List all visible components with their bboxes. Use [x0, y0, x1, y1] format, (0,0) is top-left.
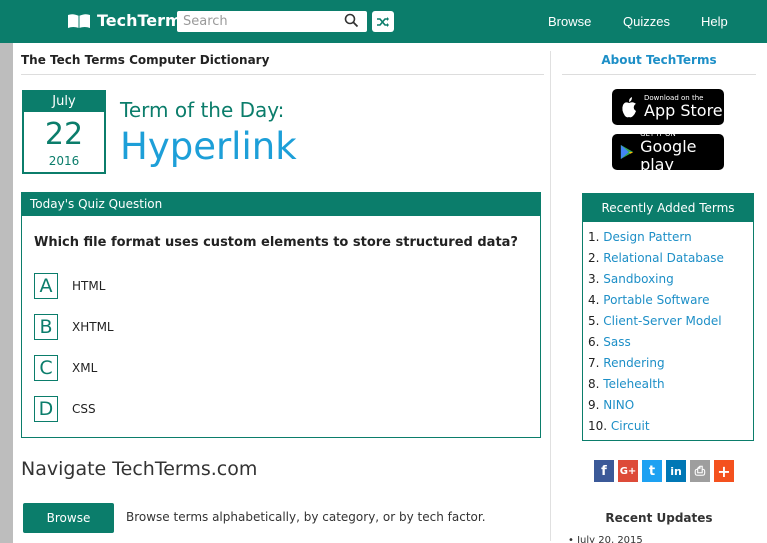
item-number: 1.: [588, 230, 600, 244]
list-item: 5. Client-Server Model: [588, 311, 753, 332]
page-title: The Tech Terms Computer Dictionary: [21, 53, 270, 67]
term-link[interactable]: Rendering: [603, 356, 664, 370]
nav-help[interactable]: Help: [701, 14, 728, 29]
recent-terms-box: Recently Added Terms 1. Design Pattern 2…: [582, 193, 754, 441]
date-badge: July 22 2016: [22, 90, 106, 174]
google-plus-icon[interactable]: G+: [618, 460, 638, 482]
term-link[interactable]: Design Pattern: [603, 230, 691, 244]
shuffle-icon: [377, 16, 389, 27]
linkedin-icon[interactable]: in: [666, 460, 686, 482]
quiz-heading: Today's Quiz Question: [22, 193, 540, 216]
google-play-badge[interactable]: GET IT ON Google play: [612, 130, 724, 174]
item-number: 8.: [588, 377, 600, 391]
quiz-box: Today's Quiz Question Which file format …: [21, 192, 541, 438]
option-text: CSS: [72, 402, 96, 416]
browse-button[interactable]: Browse: [23, 503, 114, 533]
quiz-question: Which file format uses custom elements t…: [34, 235, 518, 250]
option-letter: C: [34, 355, 58, 381]
option-letter: A: [34, 273, 58, 299]
update-date: July 20, 2015: [577, 535, 643, 543]
book-icon: [68, 13, 90, 28]
nav-browse[interactable]: Browse: [548, 14, 591, 29]
item-number: 3.: [588, 272, 600, 286]
search-icon[interactable]: [344, 13, 359, 28]
plus-icon[interactable]: +: [714, 460, 734, 482]
quiz-option-b[interactable]: B XHTML: [34, 314, 114, 340]
item-number: 5.: [588, 314, 600, 328]
column-divider: [550, 51, 551, 541]
item-number: 9.: [588, 398, 600, 412]
google-play-big-text: Google play: [640, 137, 697, 174]
term-link[interactable]: Telehealth: [603, 377, 664, 391]
random-term-button[interactable]: [372, 11, 394, 32]
facebook-icon[interactable]: f: [594, 460, 614, 482]
list-item: 9. NINO: [588, 395, 753, 416]
nav-quizzes[interactable]: Quizzes: [623, 14, 670, 29]
about-link[interactable]: About TechTerms: [562, 53, 756, 67]
list-item: 8. Telehealth: [588, 374, 753, 395]
top-navigation-bar: TechTerms Browse Quizzes Help: [0, 0, 767, 43]
divider: [562, 74, 756, 75]
option-text: HTML: [72, 279, 106, 293]
term-link[interactable]: Portable Software: [603, 293, 709, 307]
list-item: 1. Design Pattern: [588, 227, 753, 248]
content-panel: The Tech Terms Computer Dictionary July …: [13, 43, 767, 543]
term-link[interactable]: Circuit: [611, 419, 650, 433]
item-number: 6.: [588, 335, 600, 349]
list-item: 7. Rendering: [588, 353, 753, 374]
search-input[interactable]: [177, 12, 337, 31]
item-number: 4.: [588, 293, 600, 307]
quiz-option-a[interactable]: A HTML: [34, 273, 105, 299]
list-item: 4. Portable Software: [588, 290, 753, 311]
list-item: 6. Sass: [588, 332, 753, 353]
item-number: 2.: [588, 251, 600, 265]
date-month: July: [24, 92, 104, 112]
navigate-heading: Navigate TechTerms.com: [21, 458, 258, 480]
twitter-icon[interactable]: t: [642, 460, 662, 482]
term-link[interactable]: Relational Database: [603, 251, 724, 265]
term-link[interactable]: NINO: [603, 398, 634, 412]
techterms-logo[interactable]: TechTerms: [67, 11, 191, 30]
term-link[interactable]: Sass: [603, 335, 630, 349]
option-text: XML: [72, 361, 98, 375]
date-day: 22: [44, 117, 84, 152]
recent-updates-heading: Recent Updates: [605, 511, 713, 525]
date-year: 2016: [48, 154, 80, 168]
social-share-bar: f G+ t in ⎙ +: [594, 460, 734, 482]
print-icon[interactable]: ⎙: [690, 460, 710, 482]
app-store-badge[interactable]: Download on the App Store: [612, 89, 724, 125]
list-item: 2. Relational Database: [588, 248, 753, 269]
list-item: 10. Circuit: [588, 416, 753, 437]
app-store-big-text: App Store: [644, 101, 723, 120]
term-link[interactable]: Sandboxing: [603, 272, 673, 286]
option-text: XHTML: [72, 320, 114, 334]
option-letter: B: [34, 314, 58, 340]
quiz-option-c[interactable]: C XML: [34, 355, 97, 381]
list-item: 3. Sandboxing: [588, 269, 753, 290]
update-item[interactable]: • July 20, 2015: [568, 535, 643, 543]
apple-icon: [622, 97, 636, 118]
google-play-icon: [620, 144, 634, 160]
item-number: 7.: [588, 356, 600, 370]
search-box[interactable]: [177, 11, 367, 32]
term-of-day-link[interactable]: Hyperlink: [120, 125, 297, 168]
quiz-option-d[interactable]: D CSS: [34, 396, 96, 422]
option-letter: D: [34, 396, 58, 422]
item-number: 10.: [588, 419, 608, 433]
recent-terms-list: 1. Design Pattern 2. Relational Database…: [583, 222, 753, 437]
divider: [21, 74, 544, 75]
recent-terms-heading: Recently Added Terms: [583, 194, 753, 222]
browse-description: Browse terms alphabetically, by category…: [126, 510, 486, 524]
term-link[interactable]: Client-Server Model: [603, 314, 721, 328]
term-of-day-label: Term of the Day:: [120, 98, 285, 122]
